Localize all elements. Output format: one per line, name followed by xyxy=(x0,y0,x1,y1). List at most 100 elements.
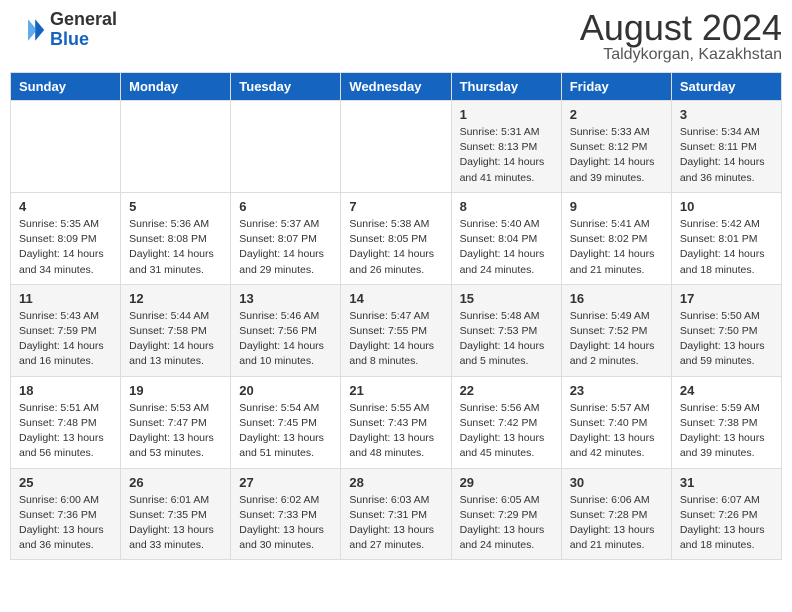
day-number: 28 xyxy=(349,475,442,490)
calendar-cell xyxy=(11,101,121,193)
calendar-header: SundayMondayTuesdayWednesdayThursdayFrid… xyxy=(11,73,782,101)
calendar-cell: 2Sunrise: 5:33 AM Sunset: 8:12 PM Daylig… xyxy=(561,101,671,193)
day-info: Sunrise: 5:49 AM Sunset: 7:52 PM Dayligh… xyxy=(570,309,663,370)
calendar-cell: 15 Sunrise: 5:48 AM Sunset: 7:53 PM Dayli… xyxy=(451,284,561,376)
day-number: 4 xyxy=(19,199,112,214)
calendar-cell: 27Sunrise: 6:02 AM Sunset: 7:33 PM Dayli… xyxy=(231,468,341,560)
calendar-cell: 12Sunrise: 5:44 AM Sunset: 7:58 PM Dayli… xyxy=(121,284,231,376)
day-info: Sunrise: 5:57 AM Sunset: 7:40 PM Dayligh… xyxy=(570,401,663,462)
page-header: General Blue August 2024 Taldykorgan, Ka… xyxy=(10,10,782,64)
day-number: 11 xyxy=(19,291,112,306)
day-info: Sunrise: 5:41 AM Sunset: 8:02 PM Dayligh… xyxy=(570,217,663,278)
day-number: 7 xyxy=(349,199,442,214)
calendar-cell: 21 Sunrise: 5:55 AM Sunset: 7:43 PM Dayli… xyxy=(341,376,451,468)
calendar-cell: 9 Sunrise: 5:41 AM Sunset: 8:02 PM Daylig… xyxy=(561,192,671,284)
day-info: Sunrise: 6:06 AM Sunset: 7:28 PM Dayligh… xyxy=(570,493,663,554)
day-number: 25 xyxy=(19,475,112,490)
calendar-cell: 11 Sunrise: 5:43 AM Sunset: 7:59 PM Dayli… xyxy=(11,284,121,376)
day-number: 27 xyxy=(239,475,332,490)
calendar-cell xyxy=(121,101,231,193)
day-number: 24 xyxy=(680,383,773,398)
calendar-week-row: 4 Sunrise: 5:35 AM Sunset: 8:09 PM Daylig… xyxy=(11,192,782,284)
day-info: Sunrise: 6:01 AM Sunset: 7:35 PM Dayligh… xyxy=(129,493,222,554)
logo-icon xyxy=(10,12,46,48)
calendar-cell: 19 Sunrise: 5:53 AM Sunset: 7:47 PM Dayli… xyxy=(121,376,231,468)
day-info: Sunrise: 5:55 AM Sunset: 7:43 PM Dayligh… xyxy=(349,401,442,462)
day-info: Sunrise: 5:36 AM Sunset: 8:08 PM Dayligh… xyxy=(129,217,222,278)
day-info: Sunrise: 5:42 AM Sunset: 8:01 PM Dayligh… xyxy=(680,217,773,278)
day-number: 18 xyxy=(19,383,112,398)
day-info: Sunrise: 5:34 AM Sunset: 8:11 PM Dayligh… xyxy=(680,125,773,186)
calendar-cell: 24Sunrise: 5:59 AM Sunset: 7:38 PM Dayli… xyxy=(671,376,781,468)
day-number: 22 xyxy=(460,383,553,398)
day-info: Sunrise: 5:46 AM Sunset: 7:56 PM Dayligh… xyxy=(239,309,332,370)
day-number: 19 xyxy=(129,383,222,398)
calendar-cell: 14 Sunrise: 5:47 AM Sunset: 7:55 PM Dayli… xyxy=(341,284,451,376)
day-number: 9 xyxy=(570,199,663,214)
day-number: 26 xyxy=(129,475,222,490)
calendar-week-row: 1 Sunrise: 5:31 AM Sunset: 8:13 PM Daylig… xyxy=(11,101,782,193)
calendar-cell: 29Sunrise: 6:05 AM Sunset: 7:29 PM Dayli… xyxy=(451,468,561,560)
calendar-cell: 25 Sunrise: 6:00 AM Sunset: 7:36 PM Dayli… xyxy=(11,468,121,560)
day-info: Sunrise: 5:38 AM Sunset: 8:05 PM Dayligh… xyxy=(349,217,442,278)
day-info: Sunrise: 5:51 AM Sunset: 7:48 PM Dayligh… xyxy=(19,401,112,462)
day-number: 6 xyxy=(239,199,332,214)
day-number: 29 xyxy=(460,475,553,490)
weekday-header: Friday xyxy=(561,73,671,101)
day-number: 14 xyxy=(349,291,442,306)
calendar-cell: 20 Sunrise: 5:54 AM Sunset: 7:45 PM Dayli… xyxy=(231,376,341,468)
day-number: 5 xyxy=(129,199,222,214)
day-number: 13 xyxy=(239,291,332,306)
weekday-header: Saturday xyxy=(671,73,781,101)
calendar-cell: 18 Sunrise: 5:51 AM Sunset: 7:48 PM Dayli… xyxy=(11,376,121,468)
day-number: 31 xyxy=(680,475,773,490)
calendar-cell xyxy=(231,101,341,193)
calendar-week-row: 25 Sunrise: 6:00 AM Sunset: 7:36 PM Dayli… xyxy=(11,468,782,560)
location: Taldykorgan, Kazakhstan xyxy=(580,46,782,64)
calendar-week-row: 11 Sunrise: 5:43 AM Sunset: 7:59 PM Dayli… xyxy=(11,284,782,376)
day-info: Sunrise: 5:47 AM Sunset: 7:55 PM Dayligh… xyxy=(349,309,442,370)
calendar-cell: 1 Sunrise: 5:31 AM Sunset: 8:13 PM Daylig… xyxy=(451,101,561,193)
calendar-cell: 4 Sunrise: 5:35 AM Sunset: 8:09 PM Daylig… xyxy=(11,192,121,284)
day-info: Sunrise: 5:53 AM Sunset: 7:47 PM Dayligh… xyxy=(129,401,222,462)
day-info: Sunrise: 5:48 AM Sunset: 7:53 PM Dayligh… xyxy=(460,309,553,370)
day-number: 2 xyxy=(570,107,663,122)
calendar-cell: 26 Sunrise: 6:01 AM Sunset: 7:35 PM Dayli… xyxy=(121,468,231,560)
day-number: 16 xyxy=(570,291,663,306)
calendar-cell: 7 Sunrise: 5:38 AM Sunset: 8:05 PM Daylig… xyxy=(341,192,451,284)
day-info: Sunrise: 5:40 AM Sunset: 8:04 PM Dayligh… xyxy=(460,217,553,278)
day-number: 1 xyxy=(460,107,553,122)
day-number: 23 xyxy=(570,383,663,398)
day-info: Sunrise: 5:50 AM Sunset: 7:50 PM Dayligh… xyxy=(680,309,773,370)
day-info: Sunrise: 5:35 AM Sunset: 8:09 PM Dayligh… xyxy=(19,217,112,278)
calendar-cell: 6 Sunrise: 5:37 AM Sunset: 8:07 PM Daylig… xyxy=(231,192,341,284)
calendar-cell: 31Sunrise: 6:07 AM Sunset: 7:26 PM Dayli… xyxy=(671,468,781,560)
calendar-week-row: 18 Sunrise: 5:51 AM Sunset: 7:48 PM Dayli… xyxy=(11,376,782,468)
calendar-cell: 22 Sunrise: 5:56 AM Sunset: 7:42 PM Dayli… xyxy=(451,376,561,468)
day-info: Sunrise: 5:37 AM Sunset: 8:07 PM Dayligh… xyxy=(239,217,332,278)
day-info: Sunrise: 6:00 AM Sunset: 7:36 PM Dayligh… xyxy=(19,493,112,554)
calendar-cell: 23 Sunrise: 5:57 AM Sunset: 7:40 PM Dayli… xyxy=(561,376,671,468)
day-info: Sunrise: 5:56 AM Sunset: 7:42 PM Dayligh… xyxy=(460,401,553,462)
day-number: 21 xyxy=(349,383,442,398)
month-title: August 2024 xyxy=(580,10,782,46)
logo: General Blue xyxy=(10,10,117,50)
day-info: Sunrise: 5:31 AM Sunset: 8:13 PM Dayligh… xyxy=(460,125,553,186)
calendar-cell: 8Sunrise: 5:40 AM Sunset: 8:04 PM Daylig… xyxy=(451,192,561,284)
calendar-body: 1 Sunrise: 5:31 AM Sunset: 8:13 PM Daylig… xyxy=(11,101,782,560)
day-info: Sunrise: 6:03 AM Sunset: 7:31 PM Dayligh… xyxy=(349,493,442,554)
day-number: 30 xyxy=(570,475,663,490)
calendar-cell: 17 Sunrise: 5:50 AM Sunset: 7:50 PM Dayli… xyxy=(671,284,781,376)
logo-text: General Blue xyxy=(50,10,117,50)
day-info: Sunrise: 5:43 AM Sunset: 7:59 PM Dayligh… xyxy=(19,309,112,370)
day-number: 3 xyxy=(680,107,773,122)
day-info: Sunrise: 5:54 AM Sunset: 7:45 PM Dayligh… xyxy=(239,401,332,462)
weekday-header: Thursday xyxy=(451,73,561,101)
calendar-cell: 10Sunrise: 5:42 AM Sunset: 8:01 PM Dayli… xyxy=(671,192,781,284)
calendar-table: SundayMondayTuesdayWednesdayThursdayFrid… xyxy=(10,72,782,560)
day-number: 17 xyxy=(680,291,773,306)
day-number: 15 xyxy=(460,291,553,306)
day-number: 20 xyxy=(239,383,332,398)
calendar-cell: 16 Sunrise: 5:49 AM Sunset: 7:52 PM Dayli… xyxy=(561,284,671,376)
header-row: SundayMondayTuesdayWednesdayThursdayFrid… xyxy=(11,73,782,101)
